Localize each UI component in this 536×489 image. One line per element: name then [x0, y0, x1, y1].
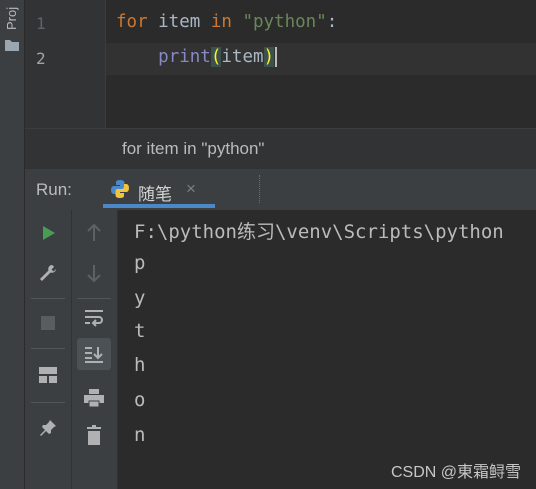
- toolbar-divider: [31, 348, 65, 349]
- project-tool-strip[interactable]: Proj: [0, 0, 25, 489]
- project-tool-label: Proj: [4, 6, 19, 30]
- console-line: y: [134, 287, 146, 309]
- active-tab-indicator: [103, 204, 215, 208]
- arrow-down-icon: [87, 265, 101, 283]
- toolbar-divider: [31, 298, 65, 299]
- scroll-to-end-button[interactable]: [77, 338, 111, 370]
- code-editor[interactable]: 1 2 for item in "python": print(item): [25, 0, 536, 128]
- code-text: item: [147, 12, 211, 32]
- play-icon: [43, 226, 55, 240]
- text-caret: [275, 47, 278, 67]
- run-panel-header: Run: 随笔 ×: [25, 168, 536, 211]
- edit-configuration-button[interactable]: [35, 260, 61, 286]
- arrow-up-icon: [87, 223, 101, 241]
- soft-wrap-icon: [85, 310, 103, 327]
- toolbar-divider: [31, 402, 65, 403]
- keyword-in: in: [210, 12, 232, 32]
- printer-icon: [84, 389, 104, 408]
- folder-icon: [5, 40, 19, 51]
- wrench-icon: [40, 265, 56, 281]
- console-line: o: [134, 389, 146, 411]
- breadcrumb[interactable]: for item in "python": [122, 139, 264, 159]
- line-number: 1: [36, 14, 46, 33]
- code-line-1[interactable]: for item in "python":: [116, 12, 337, 32]
- open-paren: (: [210, 47, 222, 67]
- run-toolbar-secondary: [72, 210, 118, 489]
- colon: :: [326, 12, 338, 32]
- pin-tab-button[interactable]: [35, 415, 61, 441]
- stop-icon: [41, 316, 55, 330]
- console-line: n: [134, 424, 146, 446]
- close-tab-icon[interactable]: ×: [186, 179, 196, 199]
- breadcrumb-bar: for item in "python": [25, 128, 536, 169]
- watermark: CSDN @東霜鲟雪: [390, 464, 521, 481]
- scroll-down-button[interactable]: [81, 260, 107, 286]
- project-tool-button[interactable]: Proj: [3, 0, 21, 30]
- line-gutter: 1 2: [25, 0, 106, 128]
- string-literal: "python": [242, 12, 327, 32]
- header-divider: [259, 175, 261, 203]
- console-line: h: [134, 354, 146, 376]
- run-panel-label: Run:: [36, 180, 72, 199]
- console-output[interactable]: F:\python练习\venv\Scripts\python p y t h …: [118, 210, 536, 489]
- line-number: 2: [36, 49, 46, 68]
- pin-icon: [40, 420, 56, 436]
- toolbar-divider: [77, 298, 111, 299]
- soft-wrap-button[interactable]: [81, 304, 107, 330]
- run-tab-label: 随笔: [138, 185, 172, 204]
- trash-icon: [87, 425, 101, 445]
- restore-layout-button[interactable]: [35, 362, 61, 388]
- python-icon: [111, 180, 129, 198]
- scroll-to-end-icon: [85, 347, 103, 363]
- console-line: F:\python练习\venv\Scripts\python: [134, 221, 504, 243]
- rerun-button[interactable]: [35, 220, 61, 246]
- console-line: p: [134, 252, 146, 274]
- argument: item: [221, 47, 264, 67]
- close-paren: ): [263, 47, 275, 67]
- console-line: t: [134, 320, 146, 342]
- stop-button[interactable]: [35, 310, 61, 336]
- scroll-up-button[interactable]: [81, 220, 107, 246]
- clear-all-button[interactable]: [81, 422, 107, 448]
- print-button[interactable]: [81, 385, 107, 411]
- run-tab[interactable]: 随笔 ×: [103, 169, 215, 210]
- builtin-print: print: [158, 47, 211, 67]
- run-toolbar-primary: [25, 210, 72, 489]
- keyword-for: for: [116, 12, 148, 32]
- layout-icon: [39, 367, 57, 383]
- code-line-2[interactable]: print(item): [116, 47, 278, 67]
